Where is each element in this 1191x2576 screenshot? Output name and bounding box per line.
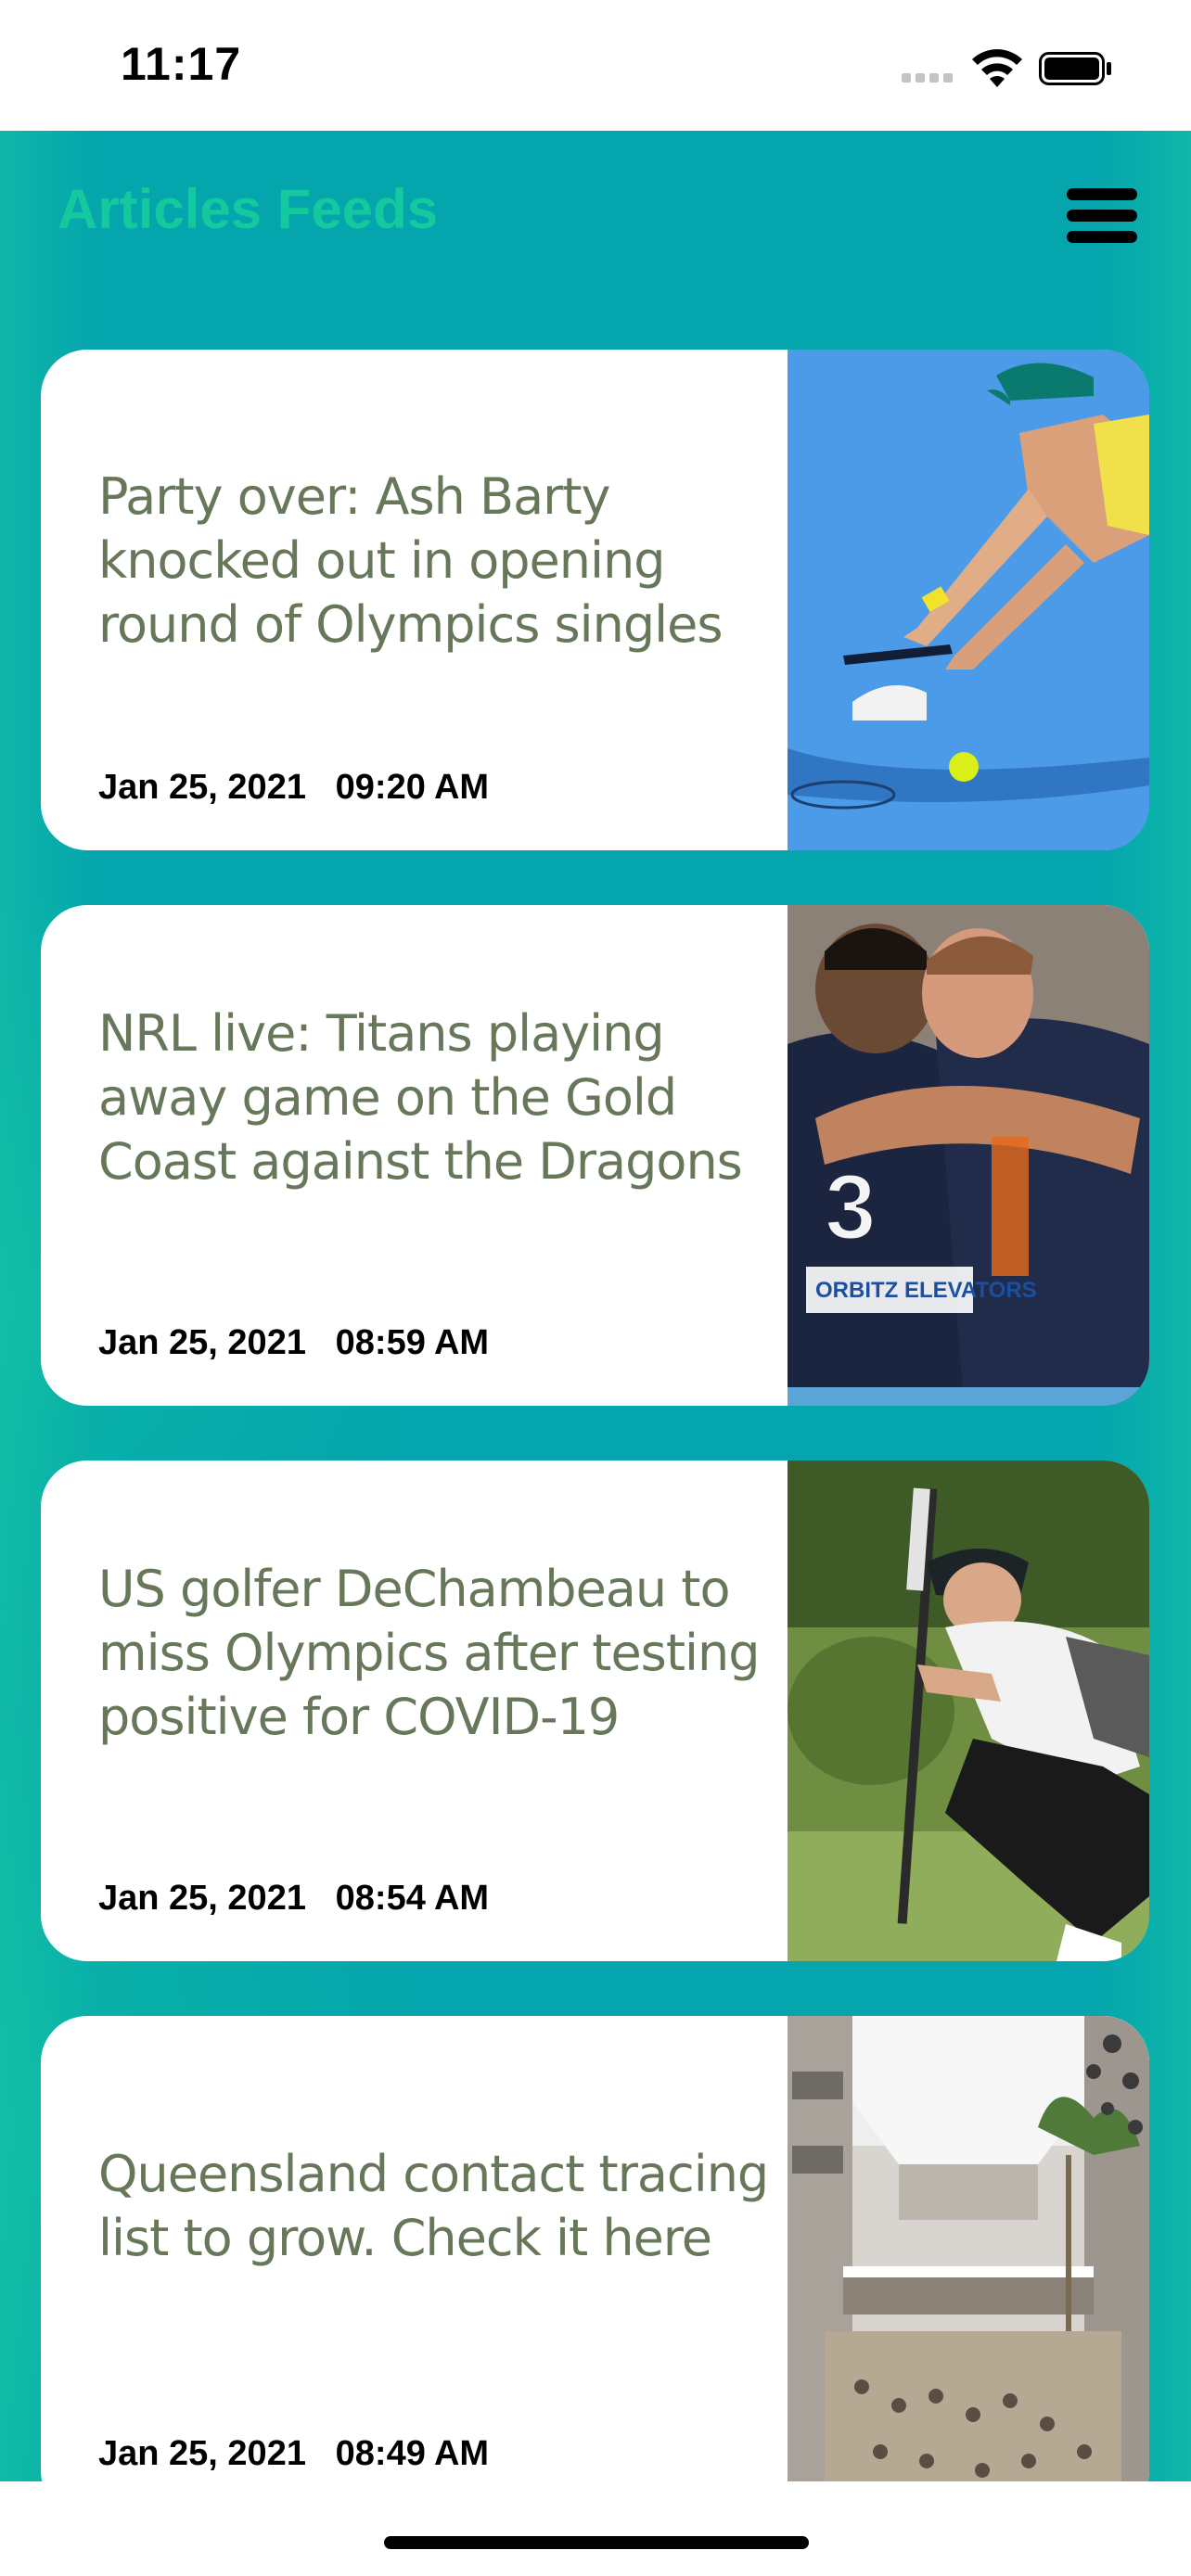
golfer-photo [788,1460,1149,1961]
shopping-mall-photo [788,2016,1149,2481]
home-indicator-area [0,2481,1191,2576]
page-title: Articles Feeds [58,178,439,240]
article-time: 09:20 AM [335,768,490,807]
article-timestamp: Jan 25, 2021 08:54 AM [98,1879,489,1919]
wifi-icon [972,49,1022,87]
article-title: US golfer DeChambeau to miss Olympics af… [98,1560,761,1746]
cellular-signal-icon [902,73,953,83]
status-time: 11:17 [121,38,242,90]
article-card[interactable]: Party over: Ash Barty knocked out in ope… [41,350,1149,850]
article-title: Queensland contact tracing list to grow.… [98,2145,769,2267]
article-timestamp: Jan 25, 2021 08:49 AM [98,2434,489,2474]
battery-icon [1039,52,1111,85]
feed-container[interactable]: Articles Feeds Party over: Ash Barty kno… [0,131,1191,2481]
article-card[interactable]: Queensland contact tracing list to grow.… [41,2016,1149,2481]
article-time: 08:59 AM [335,1323,490,1362]
article-timestamp: Jan 25, 2021 09:20 AM [98,768,489,808]
article-title: Party over: Ash Barty knocked out in ope… [98,467,724,654]
article-date: Jan 25, 2021 [98,2434,306,2473]
article-date: Jan 25, 2021 [98,1879,306,1918]
article-card[interactable]: US golfer DeChambeau to miss Olympics af… [41,1460,1149,1961]
article-timestamp: Jan 25, 2021 08:59 AM [98,1323,489,1363]
jersey-sponsor: ORBITZ ELEVATORS [815,1278,1037,1303]
article-time: 08:54 AM [335,1879,490,1918]
tennis-player-photo [788,350,1149,850]
article-card[interactable]: NRL live: Titans playing away game on th… [41,905,1149,1406]
article-date: Jan 25, 2021 [98,1323,306,1362]
hamburger-menu-icon[interactable] [1067,188,1141,253]
article-time: 08:49 AM [335,2434,490,2473]
article-date: Jan 25, 2021 [98,768,306,807]
home-indicator[interactable] [384,2536,809,2549]
jersey-number: 3 [825,1155,877,1259]
rugby-players-photo: 3 ORBITZ ELEVATORS [788,905,1149,1406]
status-bar: 11:17 [0,0,1191,131]
article-title: NRL live: Titans playing away game on th… [98,1004,743,1191]
